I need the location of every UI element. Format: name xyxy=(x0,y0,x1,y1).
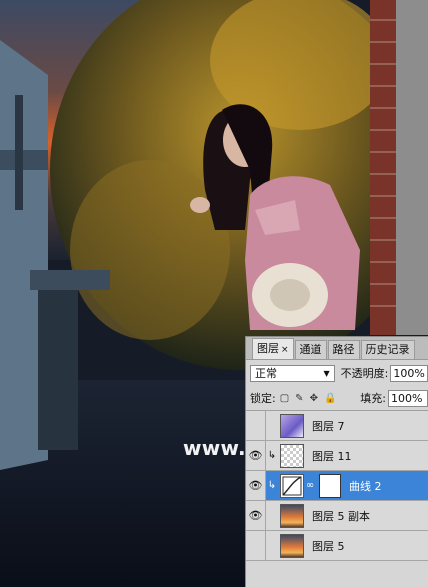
layer-thumbnail xyxy=(280,503,304,528)
visibility-toggle[interactable] xyxy=(246,411,266,440)
clip-arrow-icon: ↳ xyxy=(267,480,277,491)
clip-arrow-icon: ↳ xyxy=(267,450,277,461)
lock-transparent-icon[interactable]: ▢ xyxy=(280,393,289,404)
lock-paint-icon[interactable]: ✎ xyxy=(295,393,303,404)
eye-icon[interactable]: 👁 xyxy=(246,501,266,530)
chevron-down-icon: ▼ xyxy=(323,368,330,378)
lock-move-icon[interactable]: ✥ xyxy=(310,393,318,404)
layer-name: 图层 11 xyxy=(312,449,352,463)
layer-thumbnail xyxy=(280,413,304,438)
layer-name: 图层 7 xyxy=(312,419,345,433)
layer-row-selected[interactable]: 👁 ↳ ∞ 曲线 2 xyxy=(246,471,428,501)
layer-mask-thumbnail[interactable] xyxy=(319,473,341,498)
lock-row: 锁定: ▢ ✎ ✥ 🔒 填充: 100% xyxy=(246,386,428,411)
opacity-label: 不透明度: xyxy=(340,367,389,380)
lock-label: 锁定: xyxy=(250,392,276,405)
layer-row[interactable]: 👁 图层 5 副本 xyxy=(246,501,428,531)
layer-name: 图层 5 xyxy=(312,539,345,553)
blend-row: 正常 ▼ 不透明度: 100% xyxy=(246,360,428,386)
layer-name: 曲线 2 xyxy=(349,479,382,493)
lock-all-icon[interactable]: 🔒 xyxy=(324,393,336,404)
canvas-margin xyxy=(396,0,428,335)
layer-row[interactable]: 👁 ↳ 图层 11 xyxy=(246,441,428,471)
blend-mode-value: 正常 xyxy=(255,367,277,380)
eye-icon[interactable]: 👁 xyxy=(246,471,266,500)
fill-label: 填充: xyxy=(360,392,386,405)
tab-channels[interactable]: 通道 xyxy=(294,340,327,359)
layer-thumbnail xyxy=(280,443,304,468)
layer-row[interactable]: 图层 7 xyxy=(246,411,428,441)
layer-thumbnail xyxy=(280,533,304,558)
tab-history[interactable]: 历史记录 xyxy=(360,340,415,359)
layer-row[interactable]: 图层 5 xyxy=(246,531,428,561)
layers-panel: 图层 × 通道 路径 历史记录 正常 ▼ 不透明度: 100% 锁定: ▢ ✎ ✥… xyxy=(245,336,428,587)
tab-layers[interactable]: 图层 × xyxy=(252,338,294,359)
panel-tabs: 图层 × 通道 路径 历史记录 xyxy=(246,337,428,360)
opacity-input[interactable]: 100% xyxy=(390,364,428,382)
curves-adjustment-icon xyxy=(280,473,304,498)
lock-icons: ▢ ✎ ✥ 🔒 xyxy=(280,393,337,404)
link-icon[interactable]: ∞ xyxy=(304,480,316,491)
close-icon[interactable]: × xyxy=(281,345,289,355)
tab-label: 图层 xyxy=(257,342,279,355)
eye-icon[interactable]: 👁 xyxy=(246,441,266,470)
visibility-toggle[interactable] xyxy=(246,531,266,560)
tab-paths[interactable]: 路径 xyxy=(327,340,360,359)
blend-mode-select[interactable]: 正常 ▼ xyxy=(250,364,335,382)
layer-name: 图层 5 副本 xyxy=(312,509,370,523)
fill-input[interactable]: 100% xyxy=(388,389,428,407)
